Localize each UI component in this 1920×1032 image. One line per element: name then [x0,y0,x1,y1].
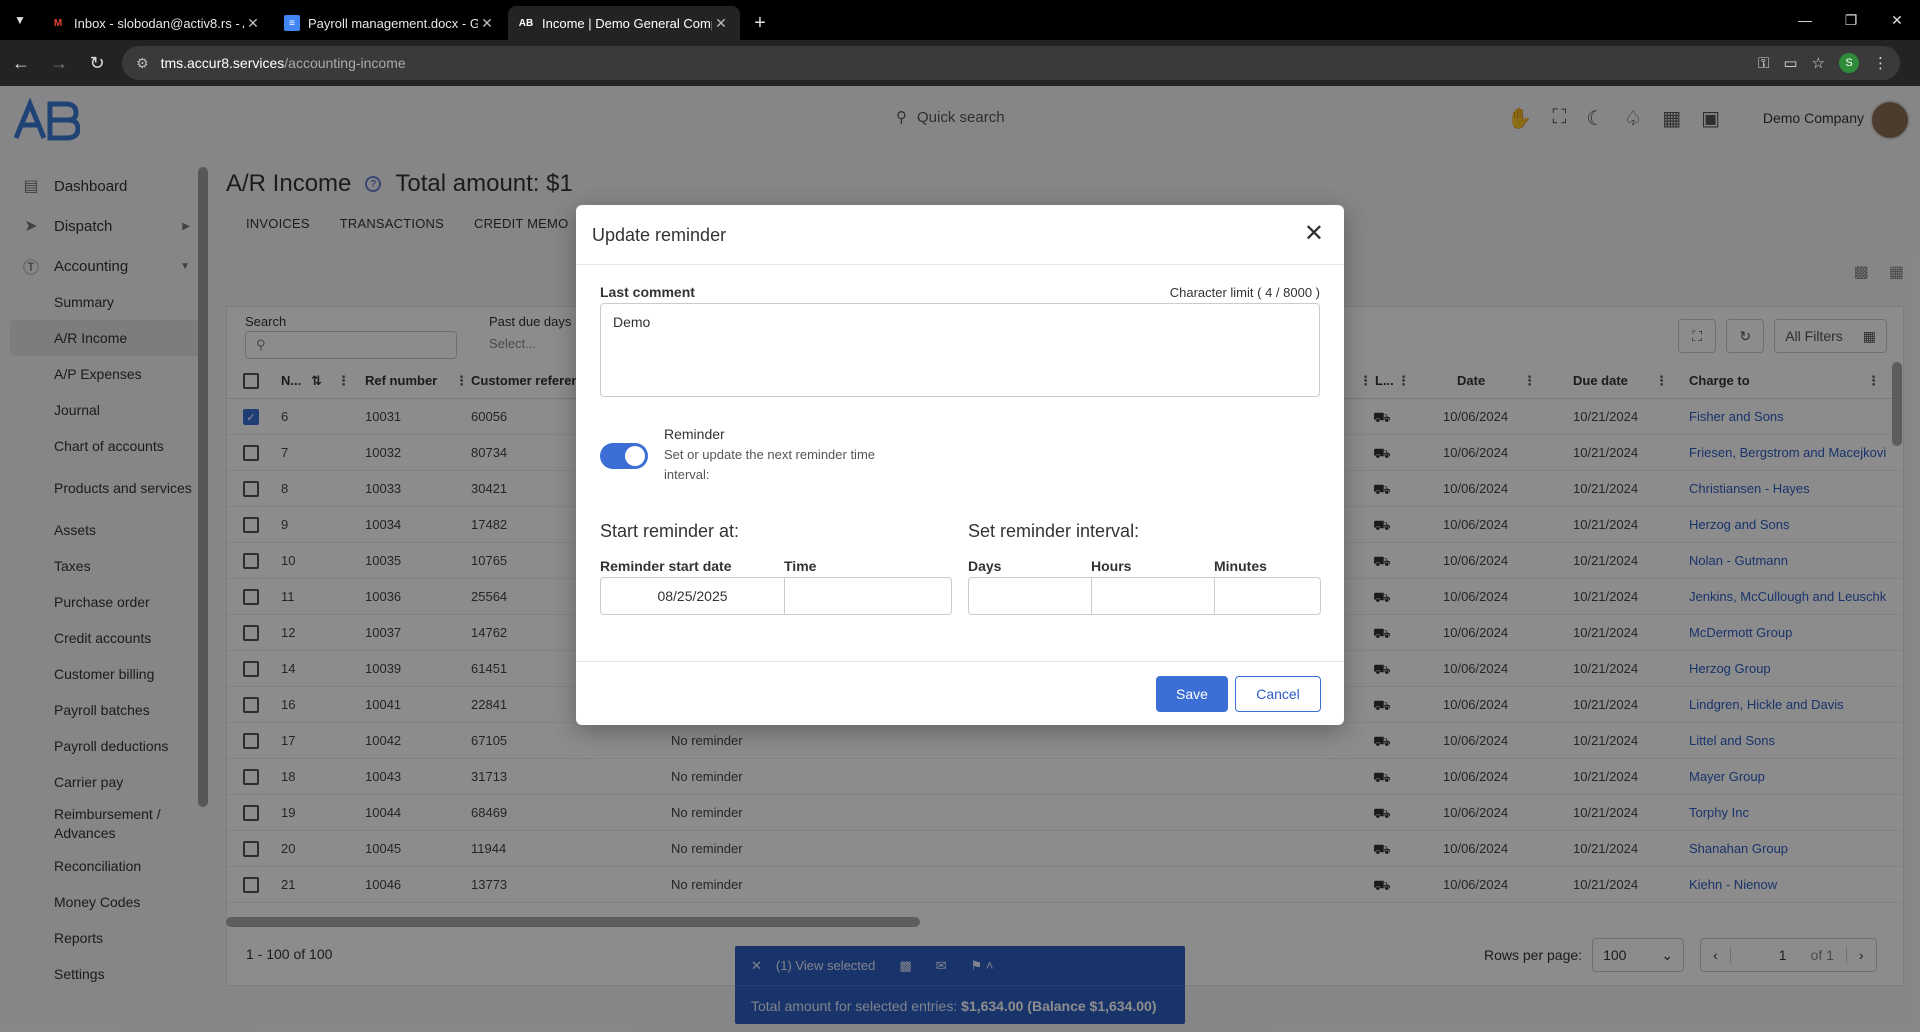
last-comment-label: Last comment [600,284,695,300]
modal-overlay[interactable]: Update reminder ✕ Last comment Character… [0,86,1920,1032]
comment-textarea[interactable]: Demo [600,303,1320,397]
browser-menu-icon[interactable]: ⋮ [1873,54,1888,72]
tab-close-icon[interactable]: ✕ [478,15,496,32]
tab-title: Payroll management.docx - Goo [308,15,478,31]
start-date-label: Reminder start date [600,558,732,574]
minutes-label: Minutes [1214,558,1267,574]
cancel-button[interactable]: Cancel [1235,676,1321,712]
start-datetime-group: 08/25/2025 [600,577,952,615]
tab-close-icon[interactable]: ✕ [244,15,262,32]
back-icon[interactable]: ← [4,46,38,80]
close-window-icon[interactable]: ✕ [1874,0,1920,40]
save-button[interactable]: Save [1156,676,1228,712]
tab-close-icon[interactable]: ✕ [712,15,730,32]
hours-label: Hours [1091,558,1132,574]
url-site: tms.accur8.services [160,55,285,71]
site-info-icon[interactable]: ⚙ [136,55,149,72]
tab-title: Income | Demo General Compa [542,15,712,31]
minutes-input[interactable] [1215,578,1320,614]
interval-group [968,577,1321,615]
reload-icon[interactable]: ↻ [80,46,114,80]
url-path: /accounting-income [284,55,406,71]
dialog-header: Update reminder ✕ [576,205,1344,265]
interval-title: Set reminder interval: [968,521,1140,541]
profile-avatar[interactable]: S [1839,53,1859,73]
dialog-footer-divider [576,661,1344,662]
browser-tab-bar: ▼ M Inbox - slobodan@activ8.rs - Ac ✕ ≡ … [0,0,1920,40]
install-app-icon[interactable]: ▭ [1783,54,1797,72]
browser-tab-docs[interactable]: ≡ Payroll management.docx - Goo ✕ [274,6,506,40]
days-input[interactable] [969,578,1092,614]
restore-icon[interactable]: ❐ [1828,0,1874,40]
docs-icon: ≡ [284,15,300,31]
browser-address-bar: ← → ↻ ⚙ tms.accur8.services/accounting-i… [0,40,1920,86]
hours-input[interactable] [1092,578,1215,614]
toggle-knob [625,446,645,466]
character-limit: Character limit ( 4 / 8000 ) [1169,285,1320,300]
close-icon[interactable]: ✕ [1304,219,1324,248]
bookmark-star-icon[interactable]: ☆ [1812,54,1825,72]
tab-search-icon[interactable]: ▼ [0,0,40,40]
dialog-title: Update reminder [592,225,727,245]
days-label: Days [968,558,1002,574]
start-reminder-title: Start reminder at: [600,521,740,541]
reminder-label: Reminder [664,426,725,442]
minimize-icon[interactable]: — [1782,0,1828,40]
password-key-icon[interactable]: ⚿ [1758,55,1769,72]
url-bar[interactable]: ⚙ tms.accur8.services/accounting-income … [122,46,1900,80]
gmail-icon: M [53,17,63,29]
new-tab-button[interactable]: + [742,6,778,40]
tab-title: Inbox - slobodan@activ8.rs - Ac [74,15,244,31]
reminder-toggle[interactable] [600,443,648,469]
browser-tab-gmail[interactable]: M Inbox - slobodan@activ8.rs - Ac ✕ [40,6,272,40]
reminder-description: Set or update the next reminder time int… [664,447,876,482]
forward-icon[interactable]: → [42,46,76,80]
start-date-input[interactable]: 08/25/2025 [601,578,785,614]
update-reminder-dialog: Update reminder ✕ Last comment Character… [576,205,1344,725]
ab-logo-icon: AB [518,17,534,29]
time-label: Time [784,558,817,574]
time-input[interactable] [785,578,951,614]
omnibox-actions: ⚿ ▭ ☆ S ⋮ [1758,46,1888,80]
window-controls: — ❐ ✕ [1782,0,1920,40]
browser-tab-income[interactable]: AB Income | Demo General Compa ✕ [508,6,740,40]
